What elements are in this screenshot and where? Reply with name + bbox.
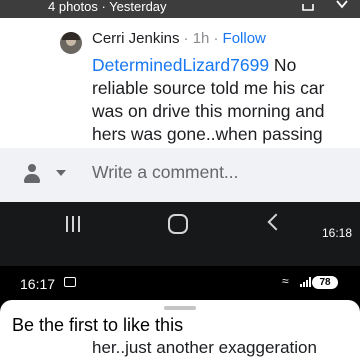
- caret-down-icon[interactable]: [56, 170, 66, 176]
- comment-input[interactable]: Write a comment...: [92, 162, 239, 183]
- chevron-down-icon[interactable]: [334, 0, 350, 12]
- status-time: 16:17: [20, 276, 56, 292]
- comment-time: · 1h ·: [183, 30, 219, 47]
- likes-title: Be the first to like this: [12, 315, 184, 335]
- share-icon[interactable]: [300, 0, 316, 12]
- comment-composer: Write a comment...: [0, 148, 360, 202]
- nav-clock: 16:18: [321, 226, 352, 240]
- sheet-handle[interactable]: [164, 306, 196, 310]
- comment-author[interactable]: Cerri Jenkins: [92, 30, 180, 47]
- comment-header: Cerri Jenkins · 1h · Follow: [92, 30, 266, 48]
- battery-badge: 78: [312, 276, 338, 289]
- signal-icon: [300, 277, 312, 287]
- recents-icon[interactable]: [66, 216, 82, 232]
- system-nav-bar: 16:18: [0, 202, 360, 266]
- comment-thread: Cerri Jenkins · 1h · Follow DeterminedLiza…: [0, 18, 360, 148]
- mention-link[interactable]: DeterminedLizard7699: [92, 55, 269, 75]
- user-icon[interactable]: [24, 164, 40, 184]
- back-icon[interactable]: [267, 213, 285, 231]
- home-icon[interactable]: [168, 214, 188, 234]
- likes-sheet: Be the first to like this her..just anot…: [0, 300, 360, 360]
- comment-text: DeterminedLizard7699 No reliable source …: [92, 54, 354, 146]
- underlay-text: her..just another exaggeration: [92, 338, 317, 357]
- avatar[interactable]: [60, 32, 82, 54]
- status-bar: 16:17 ≈ 78: [0, 266, 360, 300]
- photo-viewer-header: 4 photos · Yesterday: [0, 0, 360, 18]
- wifi-icon: ≈: [282, 274, 289, 288]
- photo-meta: 4 photos · Yesterday: [48, 0, 167, 14]
- screenshot-icon: [64, 277, 76, 287]
- follow-button[interactable]: Follow: [223, 30, 266, 47]
